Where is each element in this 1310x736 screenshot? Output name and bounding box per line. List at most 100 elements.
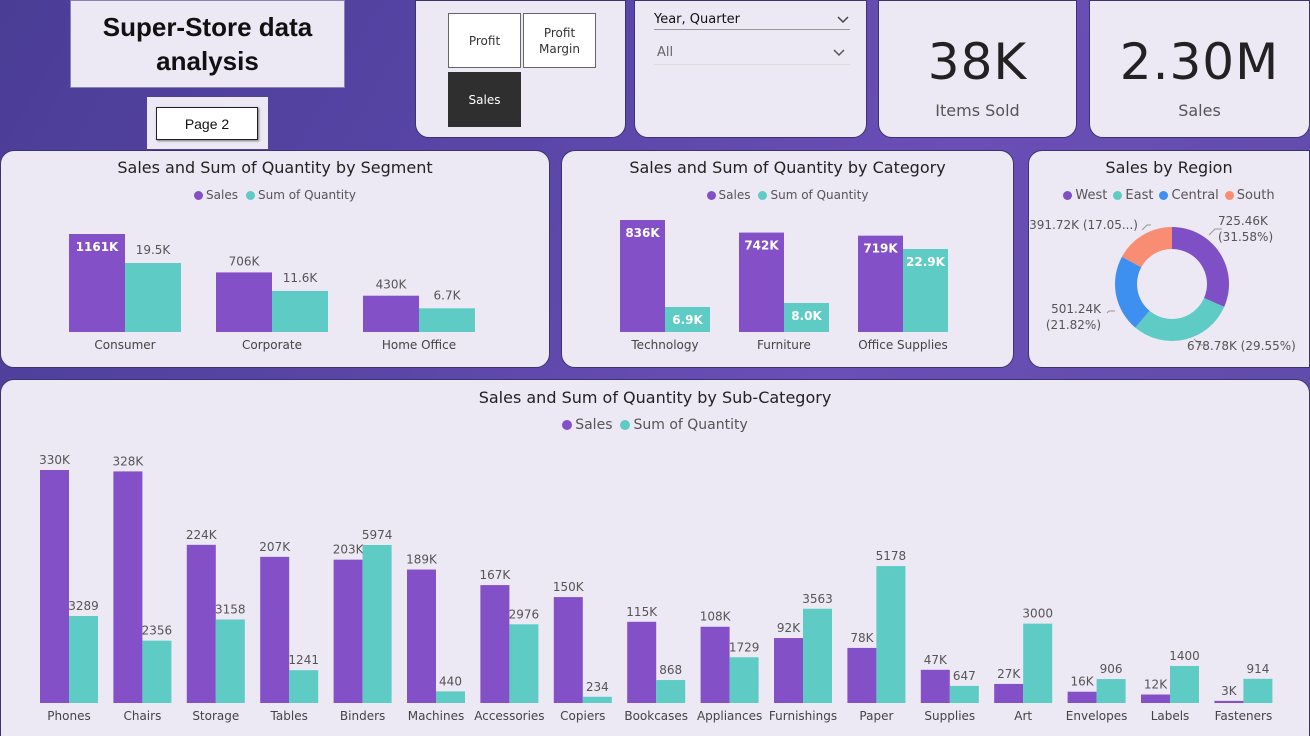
sales-bar[interactable] [40,470,69,703]
quantity-bar[interactable] [656,680,686,703]
sales-data-label: 189K [406,553,438,567]
leader-line [1141,224,1151,231]
sales-data-label: 12K [1144,678,1168,692]
leader-line [1106,310,1115,314]
sales-bar[interactable] [333,559,363,703]
quantity-bar[interactable] [289,670,319,703]
sales-data-label: 3K [1221,684,1238,698]
category-axis-label: Paper [859,709,893,723]
quantity-bar[interactable] [436,691,465,703]
quantity-data-label: 1400 [1169,649,1200,663]
sales-bar[interactable] [186,544,216,703]
quantity-data-label: 647 [953,669,976,683]
sales-bar[interactable] [216,272,272,332]
sales-button[interactable]: Sales [448,72,521,127]
sales-bar[interactable] [1214,700,1244,703]
date-hierarchy-dropdown[interactable]: Year, Quarter [654,10,850,30]
quantity-data-label: 19.5K [136,243,172,257]
sales-data-label: 92K [777,621,801,635]
category-chart-panel: Sales and Sum of Quantity by Category Sa… [561,150,1014,368]
quantity-bar[interactable] [949,685,979,703]
date-filter-panel: Year, Quarter All [634,0,867,138]
profit-button[interactable]: Profit [448,13,521,68]
quantity-bar[interactable] [362,545,392,703]
items-sold-card: 38K Items Sold [878,0,1077,138]
chevron-down-icon [836,13,850,27]
sales-bar[interactable] [363,295,419,332]
sales-bar[interactable] [480,585,510,703]
sales-bar[interactable] [113,471,143,703]
sales-data-label: 207K [259,540,291,554]
quantity-data-label: 11.6K [283,271,319,285]
quantity-bar[interactable] [1023,623,1053,703]
category-axis-label: Accessories [474,709,544,723]
quantity-bar[interactable] [1096,679,1126,703]
sales-data-label: 836K [625,226,660,240]
profit-margin-button[interactable]: Profit Margin [523,13,596,68]
sales-data-label: 150K [553,580,585,594]
quantity-data-label: 868 [659,663,682,677]
donut-slice-east[interactable] [1135,298,1225,341]
sales-data-label: 224K [186,528,218,542]
sales-bar[interactable] [407,569,436,703]
donut-data-label: 501.24K [1051,302,1102,316]
category-axis-label: Consumer [94,338,155,352]
subcategory-chart: 330K 3289 Phones 328K 2356 Chairs 224K 3158 Stor… [39,453,1273,723]
quantity-data-label: 3289 [68,599,99,613]
quantity-data-label: 5974 [362,528,393,542]
category-axis-label: Copiers [560,709,605,723]
quantity-bar[interactable] [582,696,612,703]
sales-bar[interactable] [553,597,583,703]
category-axis-label: Fasteners [1215,709,1273,723]
donut-data-label: (31.58%) [1218,230,1273,244]
sales-button-label: Sales [468,92,501,107]
category-axis-label: Tables [270,709,308,723]
items-sold-value: 38K [927,33,1028,91]
quantity-bar[interactable] [803,608,832,703]
quantity-data-label: 8.0K [791,309,822,323]
sales-bar[interactable] [700,626,730,703]
quantity-data-label: 6.7K [434,288,462,302]
category-axis-label: Labels [1151,709,1190,723]
quantity-data-label: 6.9K [672,313,703,327]
quantity-bar[interactable] [509,624,539,703]
quantity-bar[interactable] [215,619,245,703]
quantity-bar[interactable] [419,308,475,332]
category-axis-label: Chairs [123,709,161,723]
sales-data-label: 706K [229,254,261,268]
sales-bar[interactable] [920,669,950,703]
quantity-data-label: 2356 [142,624,173,638]
page-2-button[interactable]: Page 2 [156,107,258,140]
sales-bar[interactable] [847,647,877,703]
sales-data-label: 78K [850,631,874,645]
quantity-bar[interactable] [125,263,181,332]
quantity-data-label: 440 [439,674,462,688]
segment-chart-panel: Sales and Sum of Quantity by Segment Sal… [0,150,550,368]
quantity-bar[interactable] [272,290,328,332]
sales-kpi-label: Sales [1178,101,1221,120]
sales-bar[interactable] [774,638,803,703]
sales-data-label: 167K [480,568,512,582]
quantity-bar[interactable] [729,657,759,703]
page-nav-container: Page 2 [147,97,268,149]
sales-data-label: 27K [997,667,1021,681]
quantity-data-label: 906 [1100,662,1123,676]
sales-bar[interactable] [260,556,290,703]
sales-data-label: 203K [333,543,365,557]
quantity-data-label: 3000 [1022,607,1053,621]
quantity-bar[interactable] [142,640,172,703]
quantity-bar[interactable] [69,616,98,703]
quantity-bar[interactable] [876,566,906,703]
sales-card: 2.30M Sales [1089,0,1310,138]
quantity-bar[interactable] [1243,678,1273,703]
sales-bar[interactable] [1067,691,1097,703]
sales-bar[interactable] [1141,694,1170,703]
quantity-bar[interactable] [1170,665,1199,703]
donut-data-label: 678.78K (29.55%) [1187,339,1296,353]
report-title-line2: analysis [156,46,259,76]
sales-kpi-value: 2.30M [1119,33,1280,91]
sales-bar[interactable] [627,621,657,703]
sales-bar[interactable] [994,683,1024,703]
date-value-dropdown[interactable]: All [654,41,850,65]
category-axis-label: Furniture [757,338,811,352]
